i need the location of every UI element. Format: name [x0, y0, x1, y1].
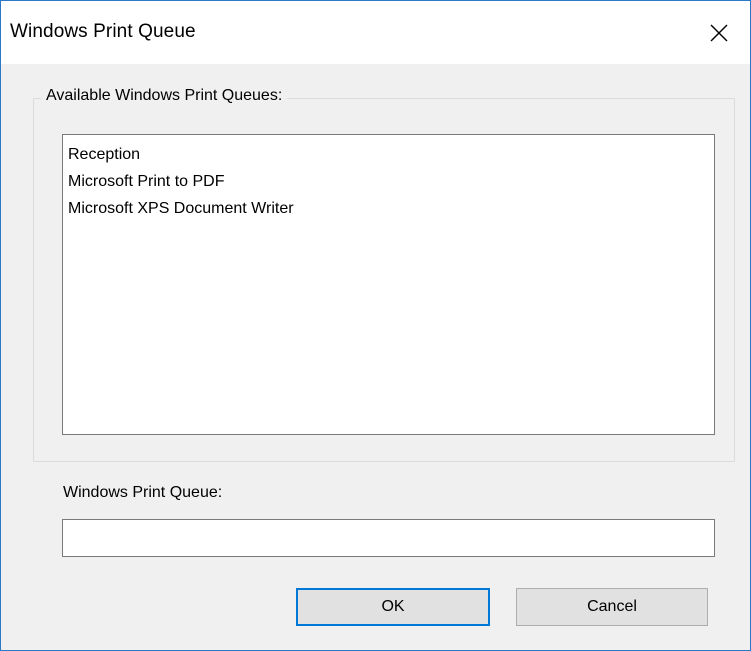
list-item[interactable]: Microsoft XPS Document Writer	[68, 195, 709, 222]
print-queue-label: Windows Print Queue:	[63, 484, 223, 501]
print-queue-listbox[interactable]: Reception Microsoft Print to PDF Microso…	[62, 134, 715, 435]
title-bar: Windows Print Queue	[1, 1, 750, 64]
list-item[interactable]: Reception	[68, 141, 709, 168]
ok-button[interactable]: OK	[296, 588, 490, 626]
print-queue-dialog: Windows Print Queue Available Windows Pr…	[0, 0, 751, 651]
dialog-title: Windows Print Queue	[10, 21, 196, 42]
close-icon	[710, 24, 728, 41]
close-button[interactable]	[688, 1, 750, 64]
list-item[interactable]: Microsoft Print to PDF	[68, 168, 709, 195]
print-queue-input[interactable]	[62, 519, 715, 557]
cancel-button[interactable]: Cancel	[516, 588, 708, 626]
available-queues-legend: Available Windows Print Queues:	[41, 87, 288, 105]
